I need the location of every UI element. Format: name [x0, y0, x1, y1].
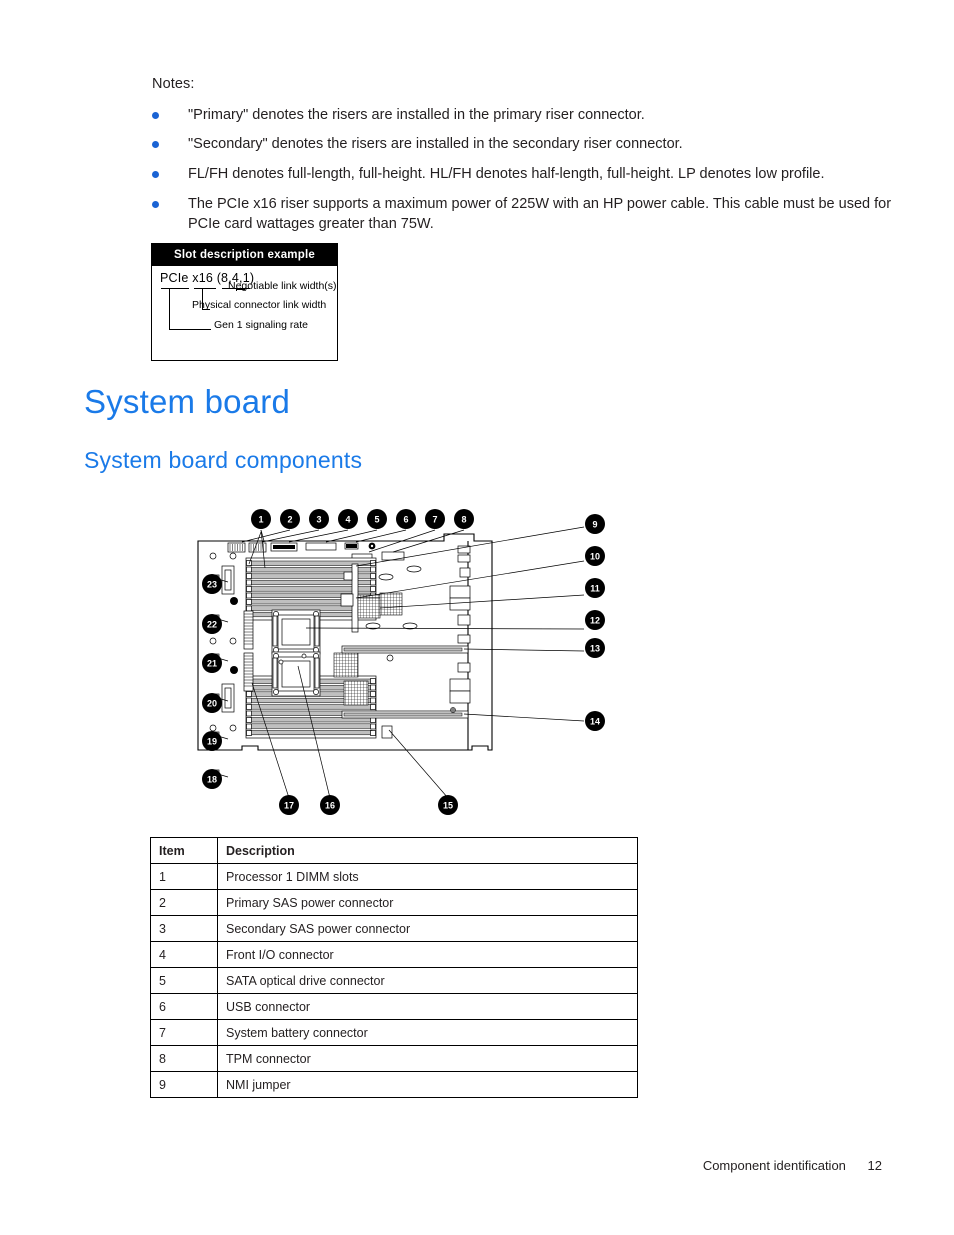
slot-example-body: PCIe x16 (8,4,1) Gen 1 signaling rate Ph…: [152, 266, 337, 360]
cell-item: 7: [150, 1019, 218, 1046]
cell-description: Front I/O connector: [217, 941, 638, 968]
svg-text:2: 2: [287, 515, 292, 525]
callout-top: 1 2 3 4 5 6 7 8: [251, 509, 474, 529]
svg-text:9: 9: [592, 520, 597, 530]
cell-item: 3: [150, 915, 218, 942]
processor-socket-2: [271, 651, 321, 697]
cell-item: 6: [150, 993, 218, 1020]
svg-text:1: 1: [258, 515, 263, 525]
bullet-icon: [152, 141, 159, 148]
page-footer: Component identification 12: [0, 1158, 954, 1173]
slot-example-title: Slot description example: [152, 244, 337, 266]
svg-text:3: 3: [316, 515, 321, 525]
slot-label-physical: Physical connector link width: [192, 299, 327, 311]
underline-physical: [194, 288, 216, 289]
callout-bottom: 17 16 15: [279, 795, 458, 815]
table-row: 1 Processor 1 DIMM slots: [150, 863, 638, 890]
table-header-row: Item Description: [150, 837, 638, 864]
svg-text:13: 13: [590, 644, 600, 654]
bullet-icon: [152, 171, 159, 178]
pcie-slot-upper: [341, 645, 469, 654]
cell-item: 5: [150, 967, 218, 994]
notes-label: Notes:: [152, 76, 195, 92]
note-item: FL/FH denotes full-length, full-height. …: [152, 164, 824, 184]
svg-text:18: 18: [207, 775, 217, 785]
pcie-slot-lower: [341, 710, 469, 719]
processor-socket-1: [271, 609, 321, 655]
components-table: Item Description 1 Processor 1 DIMM slot…: [150, 837, 638, 1098]
slot-label-gen: Gen 1 signaling rate: [214, 319, 308, 331]
svg-text:10: 10: [590, 552, 600, 562]
svg-text:19: 19: [207, 737, 217, 747]
svg-text:4: 4: [345, 515, 350, 525]
footer-page-number: 12: [867, 1158, 882, 1173]
svg-text:6: 6: [403, 515, 408, 525]
rear-io-ports: [449, 545, 471, 713]
leader-gen-horizontal: [169, 329, 211, 330]
leader-gen-vertical: [169, 288, 170, 330]
svg-text:5: 5: [374, 515, 379, 525]
underline-gen: [161, 288, 189, 289]
svg-text:16: 16: [325, 801, 335, 811]
note-item: "Secondary" denotes the risers are insta…: [152, 134, 683, 154]
cell-description: TPM connector: [217, 1045, 638, 1072]
slot-label-negotiable: Negotiable link width(s): [228, 280, 337, 292]
svg-text:17: 17: [284, 801, 294, 811]
column-header-description: Description: [217, 837, 638, 864]
cell-description: Processor 1 DIMM slots: [217, 863, 638, 890]
cell-description: Secondary SAS power connector: [217, 915, 638, 942]
svg-text:21: 21: [207, 659, 217, 669]
svg-text:23: 23: [207, 580, 217, 590]
table-row: 2 Primary SAS power connector: [150, 889, 638, 916]
cell-item: 1: [150, 863, 218, 890]
table-row: 4 Front I/O connector: [150, 941, 638, 968]
table-row: 6 USB connector: [150, 993, 638, 1020]
table-row: 9 NMI jumper: [150, 1071, 638, 1098]
table-row: 3 Secondary SAS power connector: [150, 915, 638, 942]
callout-left: 23 22 21 20 19 18: [202, 574, 222, 789]
cell-description: SATA optical drive connector: [217, 967, 638, 994]
cell-item: 9: [150, 1071, 218, 1098]
bullet-icon: [152, 112, 159, 119]
cell-description: NMI jumper: [217, 1071, 638, 1098]
section-title: System board components: [84, 447, 363, 473]
svg-text:7: 7: [432, 515, 437, 525]
cell-description: Primary SAS power connector: [217, 889, 638, 916]
svg-text:8: 8: [461, 515, 466, 525]
note-item: "Primary" denotes the risers are install…: [152, 105, 645, 125]
note-text: The PCIe x16 riser supports a maximum po…: [188, 196, 892, 232]
table-row: 7 System battery connector: [150, 1019, 638, 1046]
cell-item: 4: [150, 941, 218, 968]
system-board-diagram: .ln{stroke:#000;stroke-width:.7;fill:non…: [186, 498, 626, 823]
note-item: The PCIe x16 riser supports a maximum po…: [152, 194, 894, 234]
bullet-icon: [152, 201, 159, 208]
callout-right: 9 10 11 12 13 14: [585, 514, 605, 731]
slot-description-example-figure: Slot description example PCIe x16 (8,4,1…: [151, 243, 338, 361]
table-row: 8 TPM connector: [150, 1045, 638, 1072]
document-page: Notes: "Primary" denotes the risers are …: [0, 0, 954, 1235]
cell-description: System battery connector: [217, 1019, 638, 1046]
svg-text:22: 22: [207, 620, 217, 630]
cell-description: USB connector: [217, 993, 638, 1020]
svg-text:14: 14: [590, 717, 600, 727]
column-header-item: Item: [150, 837, 218, 864]
note-text: "Primary" denotes the risers are install…: [188, 107, 645, 123]
cell-item: 2: [150, 889, 218, 916]
svg-text:12: 12: [590, 616, 600, 626]
note-text: "Secondary" denotes the risers are insta…: [188, 136, 683, 152]
svg-text:15: 15: [443, 801, 453, 811]
table-row: 5 SATA optical drive connector: [150, 967, 638, 994]
page-title: System board: [84, 383, 290, 420]
note-text: FL/FH denotes full-length, full-height. …: [188, 166, 825, 182]
cell-item: 8: [150, 1045, 218, 1072]
top-connectors: [227, 542, 405, 561]
svg-text:20: 20: [207, 699, 217, 709]
svg-text:11: 11: [590, 584, 600, 594]
footer-section: Component identification: [702, 1158, 846, 1173]
